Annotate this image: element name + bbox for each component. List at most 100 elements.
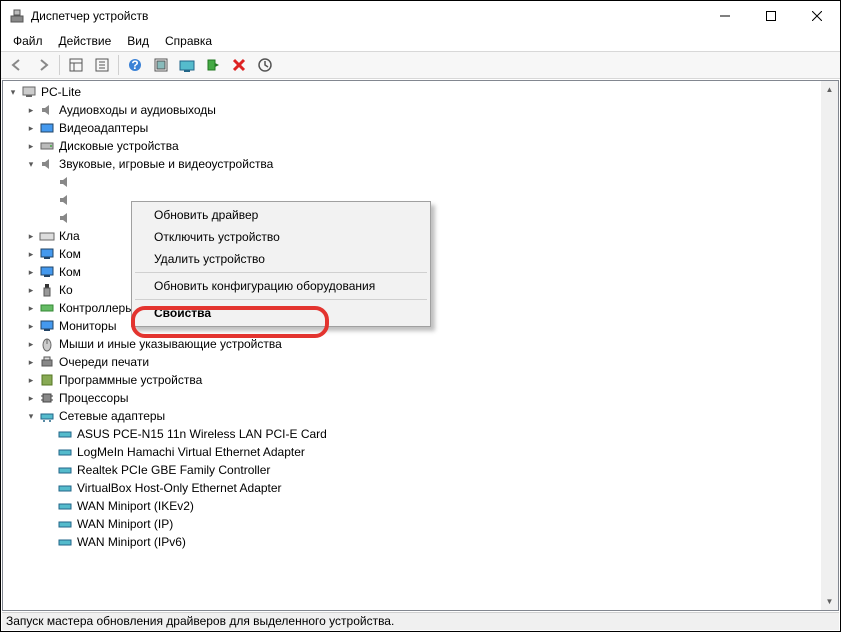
chevron-right-icon[interactable]: ▸	[25, 248, 37, 260]
vertical-scrollbar[interactable]: ▲ ▼	[821, 81, 838, 610]
tree-label: ASUS PCE-N15 11n Wireless LAN PCI-E Card	[77, 427, 327, 441]
chevron-right-icon[interactable]: ▸	[25, 374, 37, 386]
chevron-right-icon[interactable]: ▸	[25, 104, 37, 116]
tree-category[interactable]: ▸ Программные устройства	[3, 371, 838, 389]
chevron-right-icon[interactable]: ▸	[25, 356, 37, 368]
monitor-icon	[39, 246, 55, 262]
tree-device[interactable]: WAN Miniport (IP)	[3, 515, 838, 533]
menu-file[interactable]: Файл	[5, 32, 51, 50]
enable-device-button[interactable]	[201, 53, 225, 77]
tree-device[interactable]: ASUS PCE-N15 11n Wireless LAN PCI-E Card	[3, 425, 838, 443]
tree-label: Realtek PCIe GBE Family Controller	[77, 463, 270, 477]
ctx-separator	[135, 299, 427, 300]
computer-icon	[21, 84, 37, 100]
tree-device[interactable]: WAN Miniport (IKEv2)	[3, 497, 838, 515]
menu-view[interactable]: Вид	[119, 32, 157, 50]
device-tree[interactable]: ▾ PC-Lite ▸ Аудиовходы и аудиовыходы ▸ В…	[3, 81, 838, 610]
spacer	[43, 212, 55, 224]
chevron-right-icon[interactable]: ▸	[25, 140, 37, 152]
tree-category[interactable]: ▸ Аудиовходы и аудиовыходы	[3, 101, 838, 119]
ctx-properties[interactable]: Свойства	[134, 302, 428, 324]
context-menu: Обновить драйвер Отключить устройство Уд…	[131, 201, 431, 327]
tree-category-network[interactable]: ▾ Сетевые адаптеры	[3, 407, 838, 425]
tree-category[interactable]: ▸ Мыши и иные указывающие устройства	[3, 335, 838, 353]
tree-category-sound[interactable]: ▾ Звуковые, игровые и видеоустройства	[3, 155, 838, 173]
chevron-right-icon[interactable]: ▸	[25, 320, 37, 332]
menubar: Файл Действие Вид Справка	[1, 31, 840, 51]
chevron-right-icon[interactable]: ▸	[25, 338, 37, 350]
tree-device[interactable]: LogMeIn Hamachi Virtual Ethernet Adapter	[3, 443, 838, 461]
minimize-button[interactable]	[702, 1, 748, 31]
printer-icon	[39, 354, 55, 370]
mouse-icon	[39, 336, 55, 352]
show-hide-tree-button[interactable]	[64, 53, 88, 77]
tree-device[interactable]: Realtek PCIe GBE Family Controller	[3, 461, 838, 479]
tree-label: Очереди печати	[59, 355, 149, 369]
scan-hardware-button[interactable]	[149, 53, 173, 77]
ctx-remove-device[interactable]: Удалить устройство	[134, 248, 428, 270]
network-icon	[39, 408, 55, 424]
tree-category[interactable]: ▸ Дисковые устройства	[3, 137, 838, 155]
titlebar: Диспетчер устройств	[1, 1, 840, 31]
back-button[interactable]	[5, 53, 29, 77]
tree-category[interactable]: ▸ Очереди печати	[3, 353, 838, 371]
ctx-scan-hardware[interactable]: Обновить конфигурацию оборудования	[134, 275, 428, 297]
chevron-down-icon[interactable]: ▾	[7, 86, 19, 98]
chevron-right-icon[interactable]: ▸	[25, 392, 37, 404]
spacer	[43, 518, 55, 530]
tree-label: VirtualBox Host-Only Ethernet Adapter	[77, 481, 282, 495]
spacer	[43, 482, 55, 494]
cpu-icon	[39, 390, 55, 406]
tree-category[interactable]: ▸ Видеоадаптеры	[3, 119, 838, 137]
update-driver-button[interactable]	[175, 53, 199, 77]
spacer	[43, 500, 55, 512]
refresh-button[interactable]	[253, 53, 277, 77]
network-adapter-icon	[57, 480, 73, 496]
close-button[interactable]	[794, 1, 840, 31]
speaker-icon	[39, 156, 55, 172]
speaker-icon	[57, 192, 73, 208]
chevron-down-icon[interactable]: ▾	[25, 410, 37, 422]
chevron-down-icon[interactable]: ▾	[25, 158, 37, 170]
device-tree-pane: ▾ PC-Lite ▸ Аудиовходы и аудиовыходы ▸ В…	[2, 80, 839, 611]
tree-label: Сетевые адаптеры	[59, 409, 165, 423]
network-adapter-icon	[57, 498, 73, 514]
tree-category[interactable]: ▸ Процессоры	[3, 389, 838, 407]
chevron-right-icon[interactable]: ▸	[25, 122, 37, 134]
maximize-button[interactable]	[748, 1, 794, 31]
tree-root[interactable]: ▾ PC-Lite	[3, 83, 838, 101]
tree-label: Дисковые устройства	[59, 139, 179, 153]
tree-label: WAN Miniport (IKEv2)	[77, 499, 194, 513]
menu-action[interactable]: Действие	[51, 32, 120, 50]
ctx-disable-device[interactable]: Отключить устройство	[134, 226, 428, 248]
help-button[interactable]: ?	[123, 53, 147, 77]
chevron-right-icon[interactable]: ▸	[25, 302, 37, 314]
software-device-icon	[39, 372, 55, 388]
tree-device[interactable]: VirtualBox Host-Only Ethernet Adapter	[3, 479, 838, 497]
network-adapter-icon	[57, 462, 73, 478]
chevron-right-icon[interactable]: ▸	[25, 266, 37, 278]
svg-text:?: ?	[131, 58, 138, 72]
chevron-right-icon[interactable]: ▸	[25, 284, 37, 296]
tree-device[interactable]	[3, 173, 838, 191]
scroll-up-button[interactable]: ▲	[821, 81, 838, 98]
tree-label: Ком	[59, 247, 81, 261]
uninstall-device-button[interactable]	[227, 53, 251, 77]
speaker-icon	[39, 102, 55, 118]
window-buttons	[702, 1, 840, 31]
scroll-down-button[interactable]: ▼	[821, 593, 838, 610]
spacer	[43, 428, 55, 440]
usb-icon	[39, 282, 55, 298]
tree-label: Аудиовходы и аудиовыходы	[59, 103, 216, 117]
menu-help[interactable]: Справка	[157, 32, 220, 50]
app-icon	[9, 8, 25, 24]
display-adapter-icon	[39, 120, 55, 136]
spacer	[43, 194, 55, 206]
forward-button[interactable]	[31, 53, 55, 77]
tree-label: Кла	[59, 229, 80, 243]
chevron-right-icon[interactable]: ▸	[25, 230, 37, 242]
properties-button[interactable]	[90, 53, 114, 77]
network-adapter-icon	[57, 426, 73, 442]
ctx-update-driver[interactable]: Обновить драйвер	[134, 204, 428, 226]
tree-device[interactable]: WAN Miniport (IPv6)	[3, 533, 838, 551]
